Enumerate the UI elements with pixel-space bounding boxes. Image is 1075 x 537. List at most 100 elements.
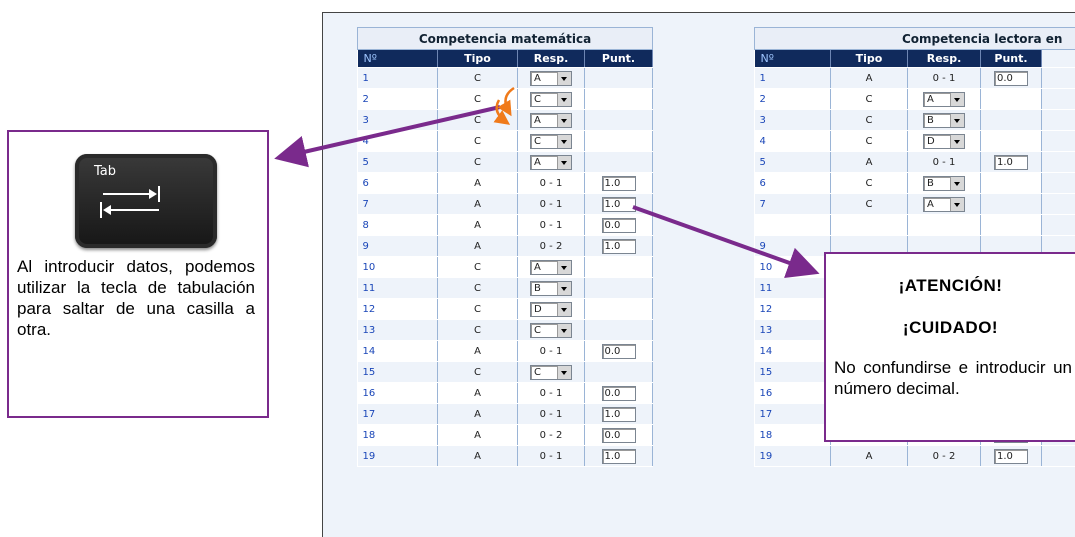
row-number: 18 (358, 425, 438, 446)
score-cell (981, 89, 1042, 110)
row-number: 18 (755, 425, 831, 446)
dropdown-arrow-icon[interactable] (557, 156, 571, 169)
response-select[interactable]: A (923, 92, 965, 107)
score-input[interactable]: 1.0 (602, 197, 636, 212)
score-input[interactable]: 1.0 (602, 449, 636, 464)
response-select[interactable]: D (923, 134, 965, 149)
response-select[interactable]: C (530, 134, 572, 149)
score-cell (585, 257, 653, 278)
response-range: 0 - 1 (518, 446, 585, 467)
score-input[interactable]: 1.0 (994, 155, 1028, 170)
dropdown-arrow-icon[interactable] (557, 261, 571, 274)
table-row: 2CC (358, 89, 653, 110)
table-row: 9A0 - 21.0 (358, 236, 653, 257)
dropdown-arrow-icon[interactable] (557, 324, 571, 337)
response-select[interactable]: B (923, 176, 965, 191)
spacer-cell (1042, 110, 1075, 131)
spacer-cell (1042, 152, 1075, 173)
table-row: 1A0 - 10.0 (755, 68, 1075, 89)
score-cell: 0.0 (585, 215, 653, 236)
response-select[interactable]: D (530, 302, 572, 317)
response-range: 0 - 1 (518, 215, 585, 236)
row-number: 4 (755, 131, 831, 152)
score-input[interactable]: 0.0 (602, 218, 636, 233)
score-cell (585, 362, 653, 383)
score-cell (585, 152, 653, 173)
response-cell: C (518, 131, 585, 152)
score-cell: 1.0 (585, 194, 653, 215)
response-select[interactable]: B (530, 281, 572, 296)
row-tipo: A (831, 68, 908, 89)
score-cell (585, 278, 653, 299)
row-tipo: C (831, 173, 908, 194)
response-range: 0 - 1 (518, 173, 585, 194)
dropdown-arrow-icon[interactable] (950, 93, 964, 106)
dropdown-arrow-icon[interactable] (557, 72, 571, 85)
response-select[interactable]: A (530, 260, 572, 275)
response-cell: B (908, 173, 981, 194)
math-table: Competencia matemática Nº Tipo Resp. Pun… (357, 27, 653, 467)
score-input[interactable]: 1.0 (602, 407, 636, 422)
row-tipo: C (438, 131, 518, 152)
row-number: 6 (358, 173, 438, 194)
response-select[interactable]: A (530, 155, 572, 170)
score-cell (585, 299, 653, 320)
dropdown-arrow-icon[interactable] (557, 282, 571, 295)
row-number: 12 (755, 299, 831, 320)
dropdown-arrow-icon[interactable] (950, 177, 964, 190)
response-range: 0 - 1 (518, 404, 585, 425)
row-number: 1 (755, 68, 831, 89)
spacer-cell (1042, 131, 1075, 152)
row-tipo: A (438, 446, 518, 467)
response-select[interactable]: A (530, 71, 572, 86)
dropdown-arrow-icon[interactable] (557, 366, 571, 379)
row-tipo: A (438, 341, 518, 362)
row-number: 17 (755, 404, 831, 425)
dropdown-arrow-icon[interactable] (557, 135, 571, 148)
row-tipo: A (831, 446, 908, 467)
row-tipo: C (438, 278, 518, 299)
table-row: 4CD (755, 131, 1075, 152)
row-number: 19 (755, 446, 831, 467)
row-tipo: C (438, 68, 518, 89)
row-number: 3 (358, 110, 438, 131)
score-input[interactable]: 0.0 (994, 71, 1028, 86)
row-tipo: C (438, 257, 518, 278)
row-number: 7 (755, 194, 831, 215)
dropdown-arrow-icon[interactable] (950, 114, 964, 127)
dropdown-arrow-icon[interactable] (557, 303, 571, 316)
table-row: 11CB (358, 278, 653, 299)
dropdown-arrow-icon[interactable] (950, 135, 964, 148)
row-number: 11 (755, 278, 831, 299)
table-row: 7CA (755, 194, 1075, 215)
dropdown-arrow-icon[interactable] (557, 114, 571, 127)
row-tipo: A (438, 236, 518, 257)
response-select[interactable]: C (530, 323, 572, 338)
row-number: 5 (358, 152, 438, 173)
score-cell: 0.0 (585, 341, 653, 362)
table-row: 17A0 - 11.0 (358, 404, 653, 425)
response-select[interactable]: A (530, 113, 572, 128)
row-tipo: C (438, 299, 518, 320)
response-range: 0 - 1 (518, 194, 585, 215)
dropdown-arrow-icon[interactable] (557, 93, 571, 106)
score-input[interactable]: 0.0 (602, 386, 636, 401)
score-input[interactable]: 0.0 (602, 428, 636, 443)
response-select[interactable]: B (923, 113, 965, 128)
dropdown-arrow-icon[interactable] (950, 198, 964, 211)
table-row: 8A0 - 10.0 (358, 215, 653, 236)
response-select[interactable]: C (530, 92, 572, 107)
score-input[interactable]: 1.0 (602, 176, 636, 191)
table-row: 10CA (358, 257, 653, 278)
score-input[interactable]: 0.0 (602, 344, 636, 359)
response-select[interactable]: A (923, 197, 965, 212)
table-row: 14A0 - 10.0 (358, 341, 653, 362)
table-row: 16A0 - 10.0 (358, 383, 653, 404)
response-select[interactable]: C (530, 365, 572, 380)
row-tipo: C (438, 152, 518, 173)
score-input[interactable]: 1.0 (994, 449, 1028, 464)
score-input[interactable]: 1.0 (602, 239, 636, 254)
score-cell (585, 320, 653, 341)
row-number: 7 (358, 194, 438, 215)
response-select-value: A (534, 157, 541, 168)
